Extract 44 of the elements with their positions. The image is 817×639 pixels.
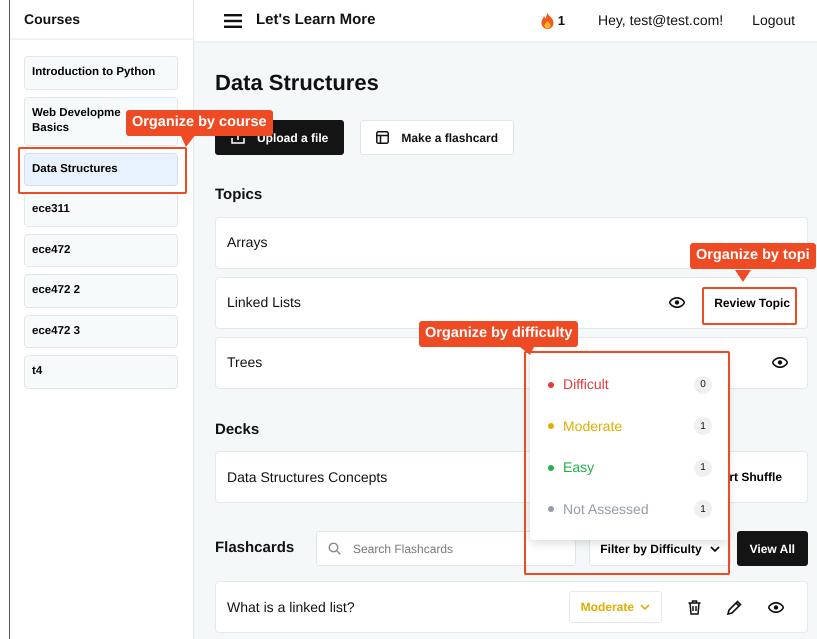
count-badge: 0: [694, 376, 712, 394]
make-flashcard-button[interactable]: Make a flashcard: [360, 120, 514, 155]
view-icon[interactable]: [768, 602, 784, 612]
flame-icon: [540, 12, 554, 28]
course-item[interactable]: t4: [24, 355, 178, 389]
course-item[interactable]: Introduction to Python: [24, 56, 178, 90]
app-title: Let's Learn More: [256, 10, 376, 30]
section-heading: Topics: [215, 185, 262, 205]
count-badge: 1: [694, 417, 712, 436]
topic-name: Trees: [227, 353, 262, 372]
flashcard-row[interactable]: What is a linked list? Moderate: [215, 581, 808, 633]
flashcard-question: What is a linked list?: [227, 598, 355, 616]
course-item[interactable]: ece472 2: [24, 274, 178, 308]
menu-label: Easy: [563, 458, 594, 478]
menu-item[interactable]: Moderate 1: [548, 406, 712, 447]
topic-name: Arrays: [227, 233, 268, 252]
chevron-icon: [710, 546, 720, 552]
page-title: Data Structures: [215, 69, 380, 97]
view-all-button[interactable]: View All: [736, 531, 808, 566]
search-field[interactable]: Search Flashcards: [316, 531, 576, 566]
view-icon[interactable]: [772, 357, 788, 368]
course-item[interactable]: Data Structures: [24, 152, 178, 186]
logout-link[interactable]: Logout: [752, 10, 795, 31]
menu-icon[interactable]: [224, 14, 242, 28]
count-badge: 1: [694, 458, 712, 477]
course-item[interactable]: ece311: [24, 193, 178, 227]
sidebar-title: Courses: [10, 0, 193, 40]
section-heading: Flashcards: [215, 538, 296, 558]
edit-icon[interactable]: [727, 600, 742, 614]
tooltip-pointer: [180, 134, 196, 147]
view-icon[interactable]: [669, 297, 686, 308]
section-heading: Decks: [215, 420, 260, 440]
menu-label: Moderate: [563, 416, 622, 436]
topic-name: Linked Lists: [227, 293, 301, 312]
chevron-icon: [640, 604, 650, 610]
deck-name: Data Structures Concepts: [227, 468, 388, 487]
delete-icon[interactable]: [688, 600, 701, 614]
streak-count: 1: [558, 12, 565, 30]
layout-icon: [376, 131, 390, 144]
count-badge: 1: [694, 500, 712, 518]
course-item[interactable]: ece472 3: [24, 314, 178, 348]
course-item[interactable]: ece472: [24, 234, 178, 268]
greeting-text: Hey, test@test.com!: [598, 11, 724, 30]
tooltip-pointer: [735, 270, 751, 283]
